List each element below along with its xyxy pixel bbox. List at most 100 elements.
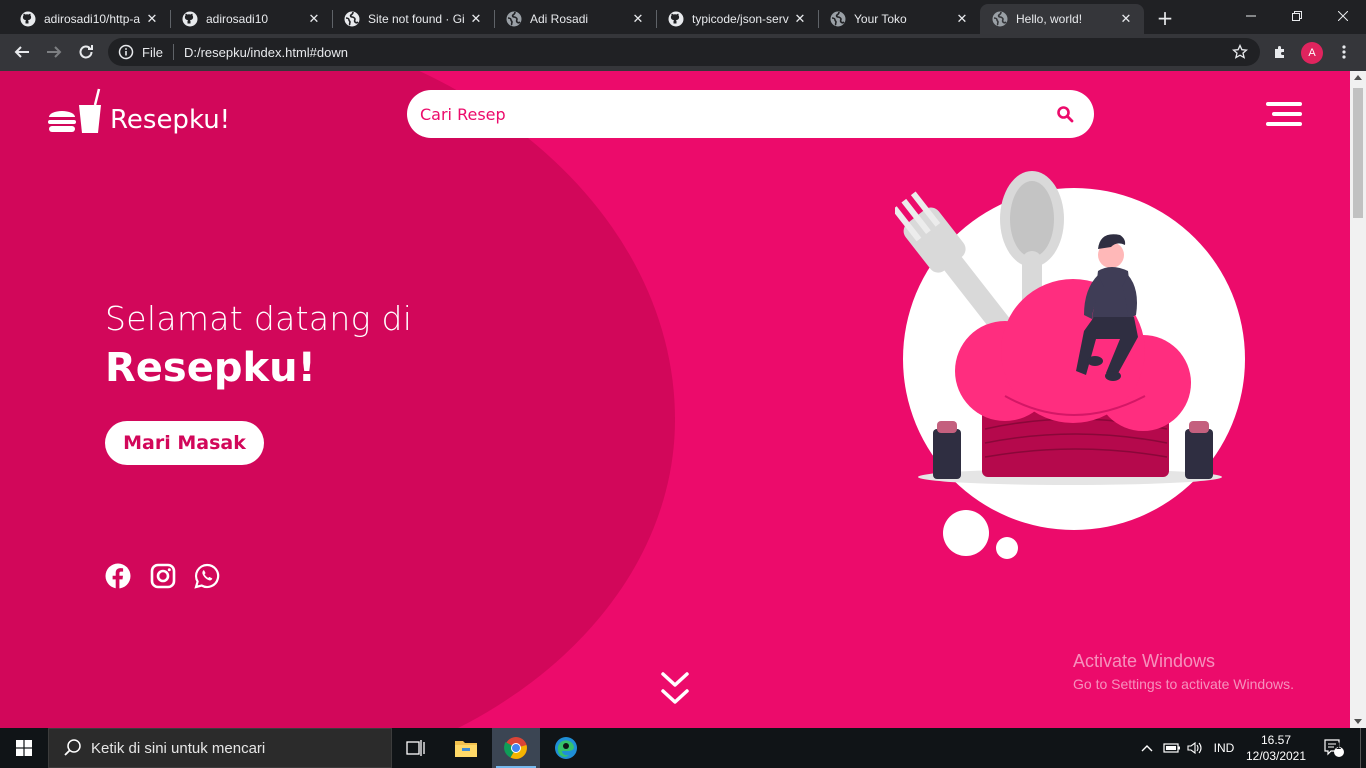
back-button[interactable] xyxy=(10,40,34,64)
close-icon xyxy=(1338,11,1348,21)
minimize-button[interactable] xyxy=(1228,0,1274,32)
hero-title: Resepku! xyxy=(105,345,316,391)
watermark-title: Activate Windows xyxy=(1073,651,1216,671)
scroll-down-chevron-icon[interactable] xyxy=(660,671,690,709)
close-icon[interactable]: ✕ xyxy=(306,11,322,27)
tab-label: adirosadi10 xyxy=(206,12,269,26)
clock-date: 12/03/2021 xyxy=(1245,749,1307,763)
bookmark-star-icon[interactable] xyxy=(1232,44,1248,60)
scrollbar-thumb[interactable] xyxy=(1353,88,1363,218)
close-icon[interactable]: ✕ xyxy=(954,11,970,27)
tab-your-toko[interactable]: Your Toko ✕ xyxy=(818,4,980,34)
close-window-button[interactable] xyxy=(1320,0,1366,32)
search-icon[interactable] xyxy=(1056,105,1074,123)
tab-github-profile[interactable]: adirosadi10 ✕ xyxy=(170,4,332,34)
page-viewport: Resepku! Selamat datang di Resepku! Mari… xyxy=(0,71,1350,728)
github-icon xyxy=(182,11,198,27)
scroll-down-arrow-icon[interactable] xyxy=(1354,719,1362,724)
task-view-button[interactable] xyxy=(392,728,440,768)
close-icon[interactable]: ✕ xyxy=(468,11,484,27)
globe-icon xyxy=(830,11,846,27)
close-icon[interactable]: ✕ xyxy=(1118,11,1134,27)
taskbar-clock[interactable]: 16.57 12/03/2021 xyxy=(1244,732,1308,764)
brand-name: Resepku! xyxy=(110,105,231,135)
new-tab-button[interactable]: + xyxy=(1154,7,1176,29)
github-icon xyxy=(20,11,36,27)
speaker-icon xyxy=(1187,741,1202,755)
arrow-right-icon xyxy=(47,46,62,58)
notification-icon xyxy=(1324,739,1344,757)
close-icon[interactable]: ✕ xyxy=(630,11,646,27)
scroll-up-arrow-icon[interactable] xyxy=(1354,75,1362,80)
tab-label: Adi Rosadi xyxy=(530,12,589,26)
action-center-button[interactable]: 1 xyxy=(1318,728,1350,768)
reload-icon xyxy=(79,45,93,59)
forward-button[interactable] xyxy=(42,40,66,64)
chevron-up-icon xyxy=(1141,745,1153,752)
facebook-icon[interactable] xyxy=(105,563,131,589)
info-icon[interactable] xyxy=(118,44,134,60)
hamburger-menu-button[interactable] xyxy=(1266,102,1302,126)
tab-label: adirosadi10/http-a xyxy=(44,12,141,26)
page-scrollbar[interactable] xyxy=(1350,71,1366,728)
activation-watermark: Activate Windows Go to Settings to activ… xyxy=(1073,651,1294,692)
file-explorer-button[interactable] xyxy=(442,728,490,768)
volume-button[interactable] xyxy=(1184,728,1206,768)
taskbar-search-placeholder: Ketik di sini untuk mencari xyxy=(91,739,266,757)
globe-icon xyxy=(506,11,522,27)
burger-drink-icon xyxy=(48,88,101,133)
windows-logo-icon xyxy=(16,740,32,756)
tab-site-not-found[interactable]: Site not found · Gi ✕ xyxy=(332,4,494,34)
scheme-label: File xyxy=(142,44,163,60)
search-icon xyxy=(64,739,81,756)
tab-label: typicode/json-serv xyxy=(692,12,789,26)
browser-menu-button[interactable] xyxy=(1334,42,1354,62)
url-text[interactable]: D:/resepku/index.html#down xyxy=(184,45,348,60)
chrome-button[interactable] xyxy=(492,728,540,768)
tab-adi-rosadi[interactable]: Adi Rosadi ✕ xyxy=(494,4,656,34)
reload-button[interactable] xyxy=(74,40,98,64)
close-icon[interactable]: ✕ xyxy=(792,11,808,27)
show-hidden-icons-button[interactable] xyxy=(1136,728,1158,768)
puzzle-icon xyxy=(1275,46,1284,58)
watermark-subtitle: Go to Settings to activate Windows. xyxy=(1073,676,1294,692)
welcome-text: Selamat datang di xyxy=(105,299,413,338)
browser-toolbar: File D:/resepku/index.html#down A xyxy=(0,34,1366,71)
start-button[interactable] xyxy=(0,728,48,768)
tab-label: Hello, world! xyxy=(1016,12,1083,26)
address-bar[interactable]: File D:/resepku/index.html#down xyxy=(108,38,1260,66)
close-icon[interactable]: ✕ xyxy=(144,11,160,27)
whatsapp-icon[interactable] xyxy=(194,563,220,589)
input-language-button[interactable]: IND xyxy=(1208,728,1240,768)
edge-button[interactable] xyxy=(542,728,590,768)
menu-bar xyxy=(1272,112,1302,116)
search-input[interactable] xyxy=(420,104,1020,124)
mari-masak-button[interactable]: Mari Masak xyxy=(105,421,264,465)
tab-hello-world[interactable]: Hello, world! ✕ xyxy=(980,4,1144,34)
divider xyxy=(172,44,174,60)
tab-json-server[interactable]: typicode/json-serv ✕ xyxy=(656,4,818,34)
tab-github-http[interactable]: adirosadi10/http-a ✕ xyxy=(8,4,170,34)
recipe-search xyxy=(407,90,1094,138)
github-icon xyxy=(668,11,684,27)
folder-icon xyxy=(455,741,477,757)
minimize-icon xyxy=(1246,15,1256,17)
globe-icon xyxy=(992,11,1008,27)
site-logo[interactable]: Resepku! xyxy=(48,87,230,135)
task-view-icon xyxy=(406,740,425,756)
taskbar-search[interactable]: Ketik di sini untuk mencari xyxy=(48,728,392,768)
kebab-menu-icon xyxy=(1342,45,1346,59)
restore-button[interactable] xyxy=(1274,0,1320,32)
background-blob xyxy=(0,71,675,728)
clock-time: 16.57 xyxy=(1260,733,1292,747)
extensions-button[interactable] xyxy=(1270,42,1290,62)
menu-bar xyxy=(1266,122,1302,126)
instagram-icon[interactable] xyxy=(150,563,176,589)
chrome-icon xyxy=(504,737,527,759)
profile-avatar[interactable]: A xyxy=(1301,42,1323,64)
notification-count: 1 xyxy=(1336,741,1342,751)
battery-button[interactable] xyxy=(1160,728,1184,768)
tab-label: Site not found · Gi xyxy=(368,12,465,26)
show-desktop-button[interactable] xyxy=(1360,728,1366,768)
menu-bar xyxy=(1266,102,1302,106)
